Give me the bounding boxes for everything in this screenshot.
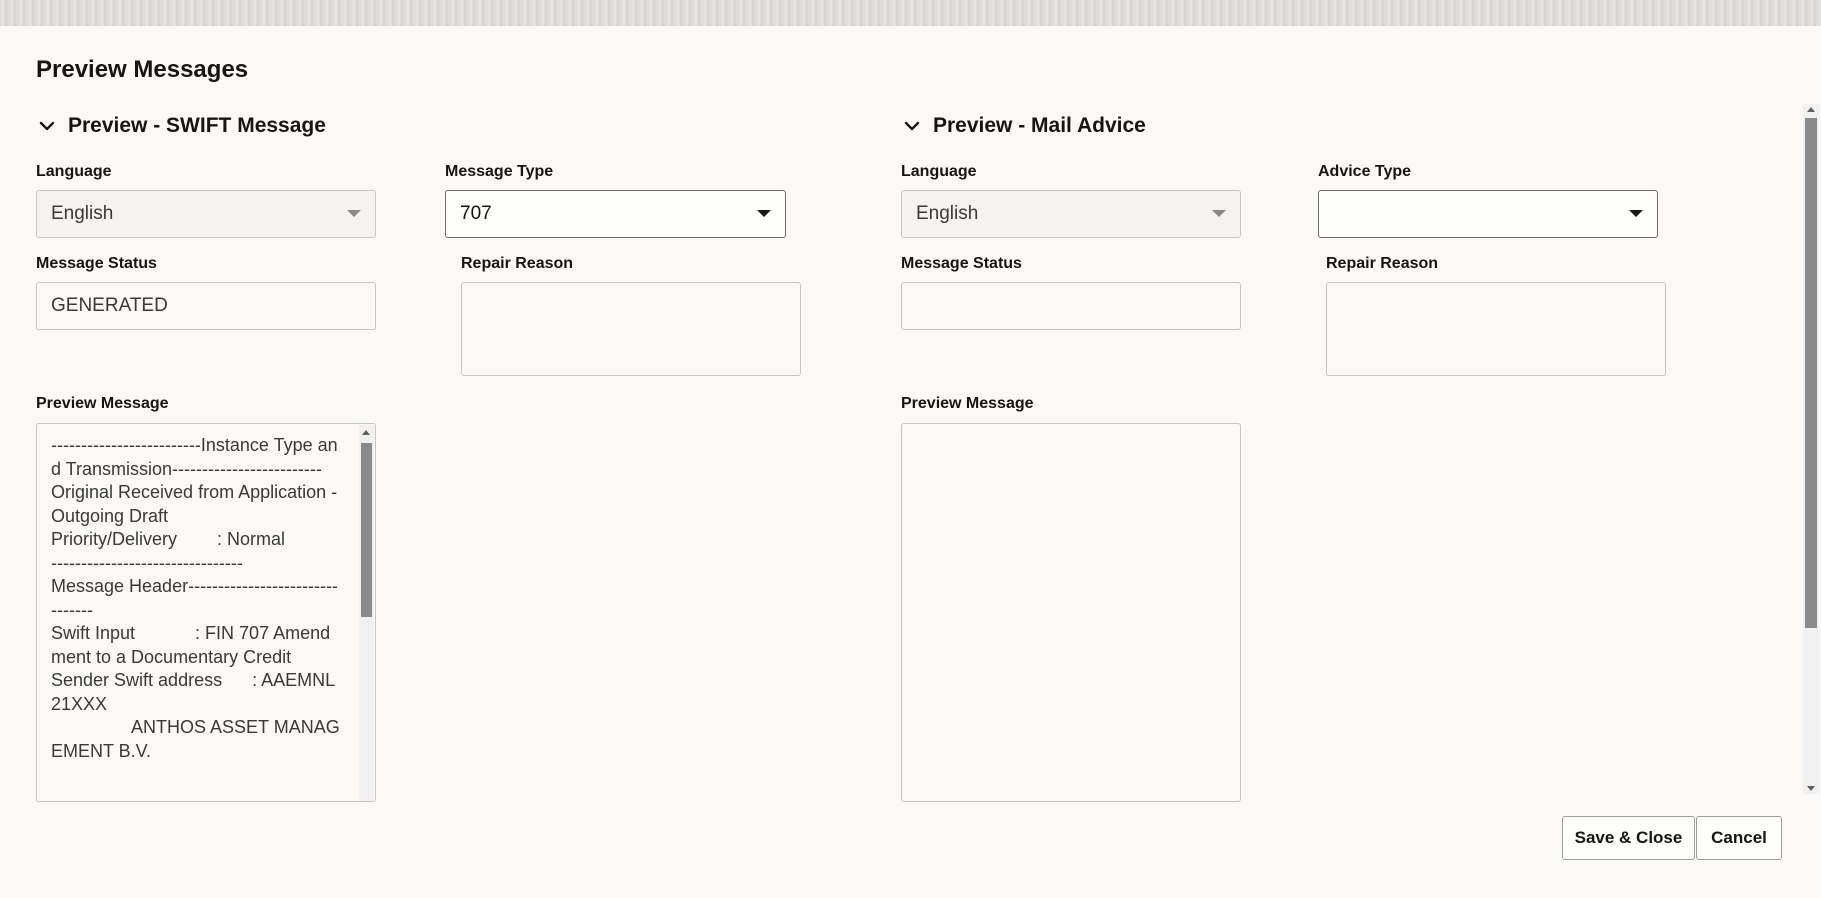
scroll-down-arrow-icon[interactable] — [1807, 786, 1815, 791]
dialog-title: Preview Messages — [36, 56, 249, 83]
swift-message-type-value: 707 — [460, 203, 492, 224]
swift-section-header[interactable]: Preview - SWIFT Message — [36, 114, 326, 138]
swift-message-status-value: GENERATED — [51, 295, 168, 316]
save-close-button[interactable]: Save & Close — [1562, 816, 1695, 860]
swift-preview-text: -------------------------Instance Type a… — [51, 435, 340, 761]
scroll-up-arrow-icon[interactable] — [1807, 107, 1815, 112]
swift-preview-scrollbar[interactable] — [359, 425, 374, 801]
mail-preview-label: Preview Message — [901, 395, 1034, 412]
swift-preview-label: Preview Message — [36, 395, 169, 412]
caret-down-icon — [757, 210, 771, 217]
mail-language-value: English — [916, 203, 979, 224]
preview-messages-dialog: Preview Messages Preview - SWIFT Message… — [0, 26, 1821, 898]
mail-language-label: Language — [901, 163, 977, 180]
mail-preview-textarea[interactable] — [901, 423, 1241, 802]
dialog-scroll-area: Preview - SWIFT Message Language English… — [0, 104, 1821, 802]
swift-message-status-field[interactable]: GENERATED — [36, 282, 376, 330]
swift-repair-reason-textarea[interactable] — [461, 282, 801, 376]
mail-section-header[interactable]: Preview - Mail Advice — [901, 114, 1146, 138]
swift-language-value: English — [51, 203, 114, 224]
background-app-strip — [0, 0, 1821, 26]
mail-language-select[interactable]: English — [901, 190, 1241, 238]
swift-preview-textarea[interactable]: -------------------------Instance Type a… — [36, 423, 376, 802]
mail-repair-reason-textarea[interactable] — [1326, 282, 1666, 376]
mail-message-status-field[interactable] — [901, 282, 1241, 330]
mail-section-title: Preview - Mail Advice — [933, 114, 1146, 137]
swift-message-type-label: Message Type — [445, 163, 554, 180]
swift-preview-scroll-thumb[interactable] — [361, 443, 372, 617]
swift-repair-reason-label: Repair Reason — [461, 255, 574, 272]
swift-language-select[interactable]: English — [36, 190, 376, 238]
caret-down-icon — [1629, 210, 1643, 217]
swift-language-label: Language — [36, 163, 112, 180]
chevron-down-icon[interactable] — [36, 115, 58, 137]
caret-down-icon — [347, 210, 361, 217]
swift-message-status-label: Message Status — [36, 255, 157, 272]
swift-section-title: Preview - SWIFT Message — [68, 114, 326, 137]
mail-repair-reason-label: Repair Reason — [1326, 255, 1439, 272]
caret-down-icon — [1212, 210, 1226, 217]
dialog-scrollbar[interactable] — [1803, 104, 1819, 794]
scroll-up-arrow-icon[interactable] — [362, 430, 370, 435]
dialog-scroll-thumb[interactable] — [1805, 118, 1817, 628]
swift-message-type-select[interactable]: 707 — [445, 190, 786, 238]
mail-advice-type-label: Advice Type — [1318, 163, 1412, 180]
mail-advice-type-select[interactable] — [1318, 190, 1658, 238]
cancel-button[interactable]: Cancel — [1696, 816, 1782, 860]
chevron-down-icon[interactable] — [901, 115, 923, 137]
mail-message-status-label: Message Status — [901, 255, 1022, 272]
